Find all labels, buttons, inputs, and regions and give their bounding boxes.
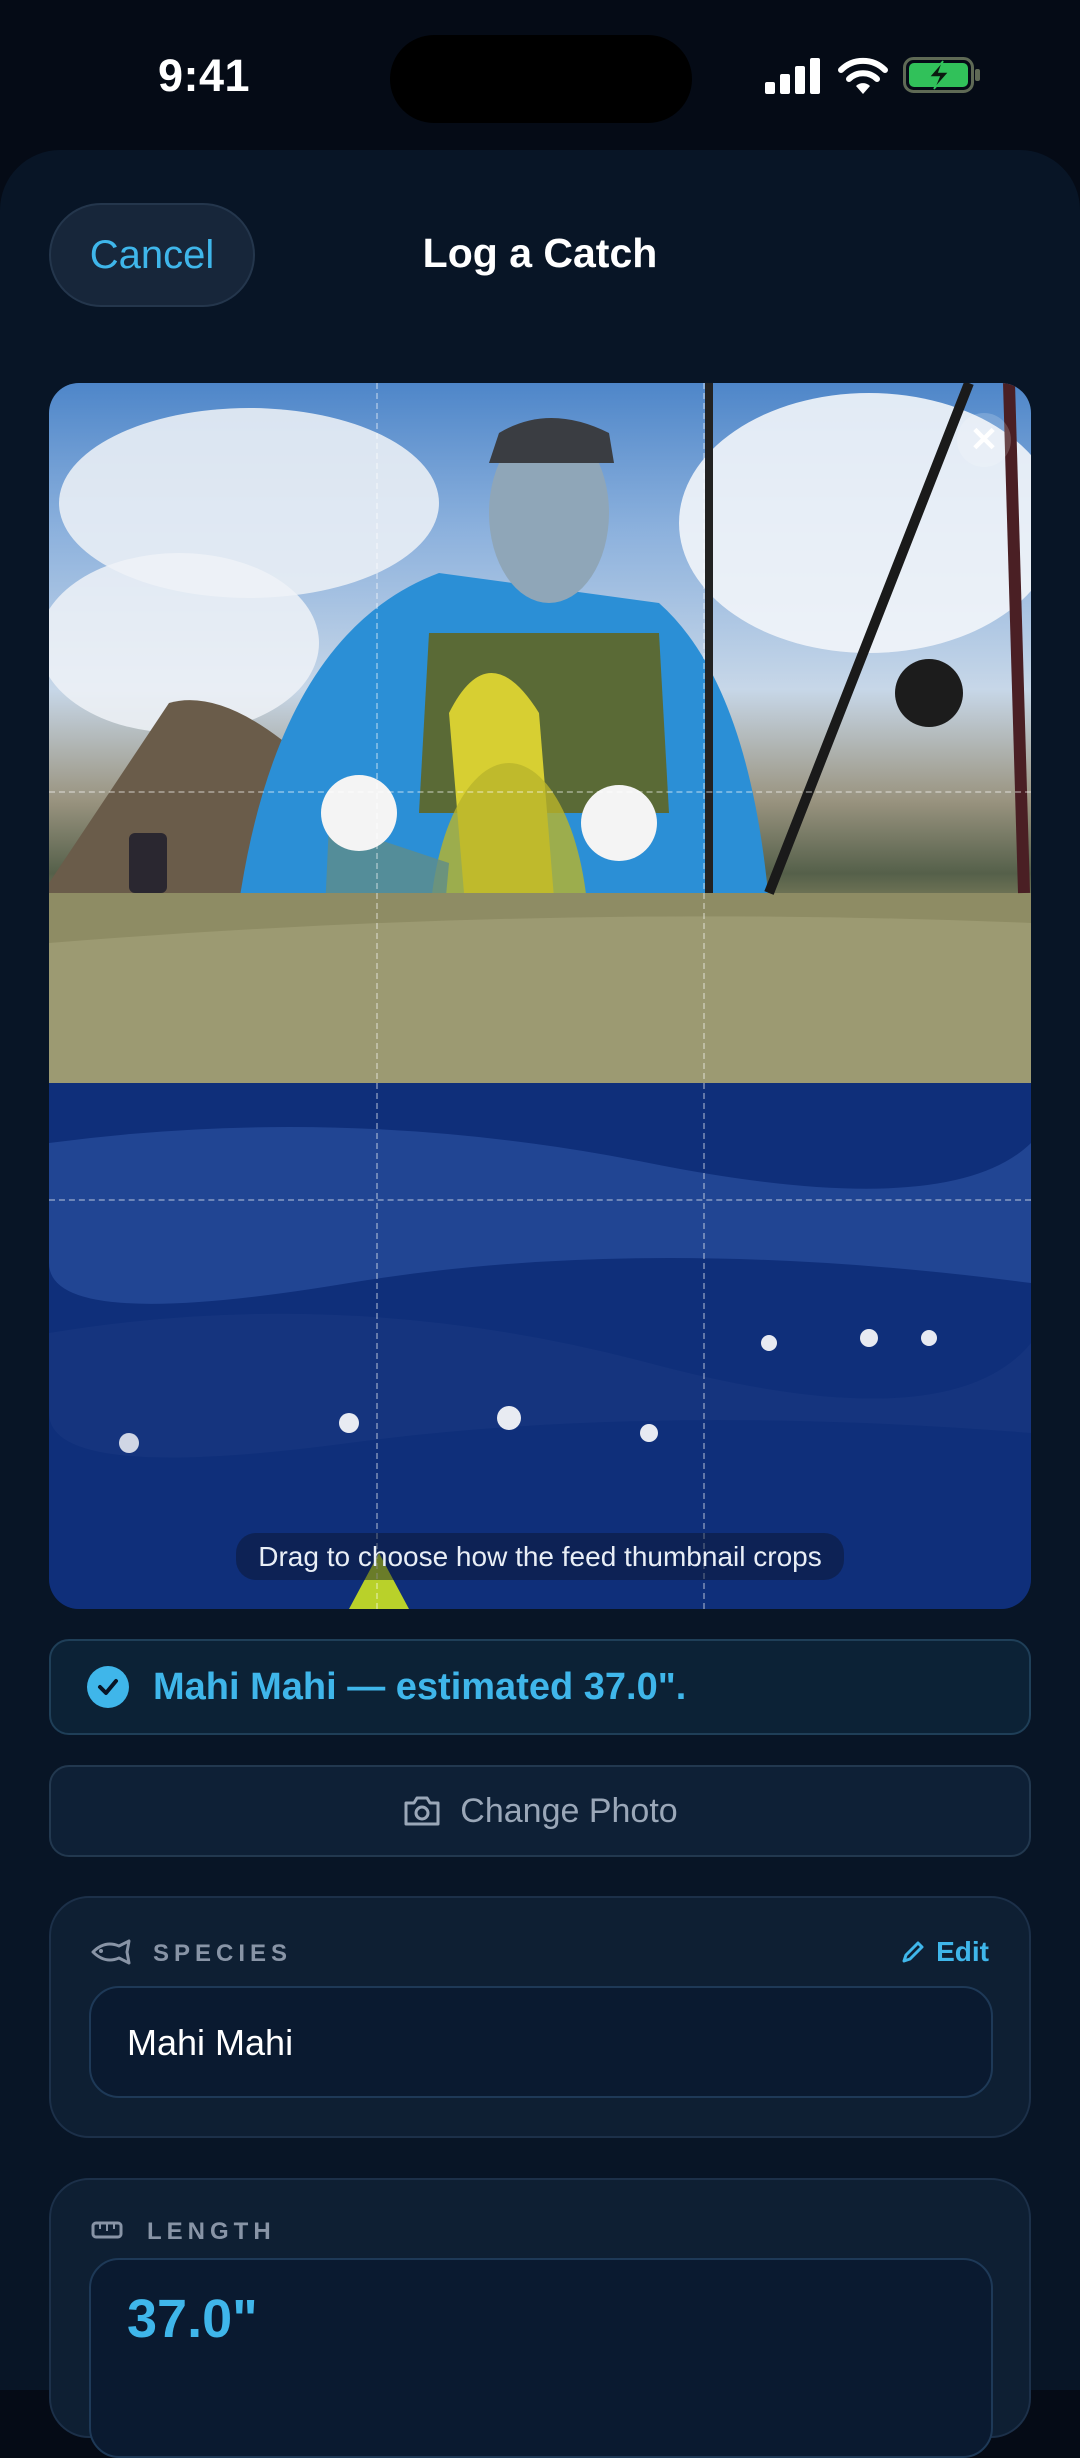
detection-result-text: Mahi Mahi — estimated 37.0".	[153, 1665, 687, 1708]
crop-grid-line	[49, 791, 1031, 793]
species-edit-button[interactable]: Edit	[900, 1936, 989, 1968]
battery-charging-icon	[903, 57, 980, 93]
status-time: 9:41	[158, 50, 251, 101]
species-value: Mahi Mahi	[127, 2022, 294, 2063]
edit-label: Edit	[936, 1936, 989, 1967]
length-card: LENGTH 37.0"	[49, 2178, 1031, 2458]
wifi-icon	[838, 57, 888, 94]
crop-grid-line	[376, 383, 378, 1609]
species-field[interactable]: Mahi Mahi	[89, 1986, 993, 2098]
change-photo-button[interactable]: Change Photo	[49, 1765, 1031, 1857]
species-label: SPECIES	[153, 1940, 293, 1967]
species-card: SPECIES Edit Mahi Mahi	[49, 1896, 1031, 2138]
crop-grid-line	[49, 1199, 1031, 1201]
ruler-icon	[91, 2221, 123, 2239]
page-title: Log a Catch	[422, 230, 658, 276]
checkmark-circle-icon	[87, 1666, 129, 1708]
length-field[interactable]: 37.0"	[89, 2258, 993, 2458]
crop-grid-line	[703, 383, 705, 1609]
length-label: LENGTH	[147, 2218, 276, 2245]
change-photo-label: Change Photo	[460, 1791, 678, 1830]
remove-photo-button[interactable]: ✕	[957, 413, 1011, 467]
crop-hint-text: Drag to choose how the feed thumbnail cr…	[236, 1533, 844, 1580]
camera-icon	[404, 1796, 440, 1826]
status-bar: 9:41	[0, 0, 1080, 150]
dynamic-island	[390, 35, 692, 123]
close-icon: ✕	[969, 421, 999, 459]
species-detection-banner: Mahi Mahi — estimated 37.0".	[49, 1639, 1031, 1735]
fish-icon	[91, 1939, 131, 1965]
crop-hint: Drag to choose how the feed thumbnail cr…	[49, 1533, 1031, 1580]
length-value: 37.0"	[127, 2289, 258, 2349]
cellular-signal-icon	[765, 58, 820, 94]
catch-photo	[49, 383, 1031, 1609]
catch-photo-crop-area[interactable]: ✕ Drag to choose how the feed thumbnail …	[49, 383, 1031, 1609]
pencil-icon	[902, 1941, 924, 1963]
